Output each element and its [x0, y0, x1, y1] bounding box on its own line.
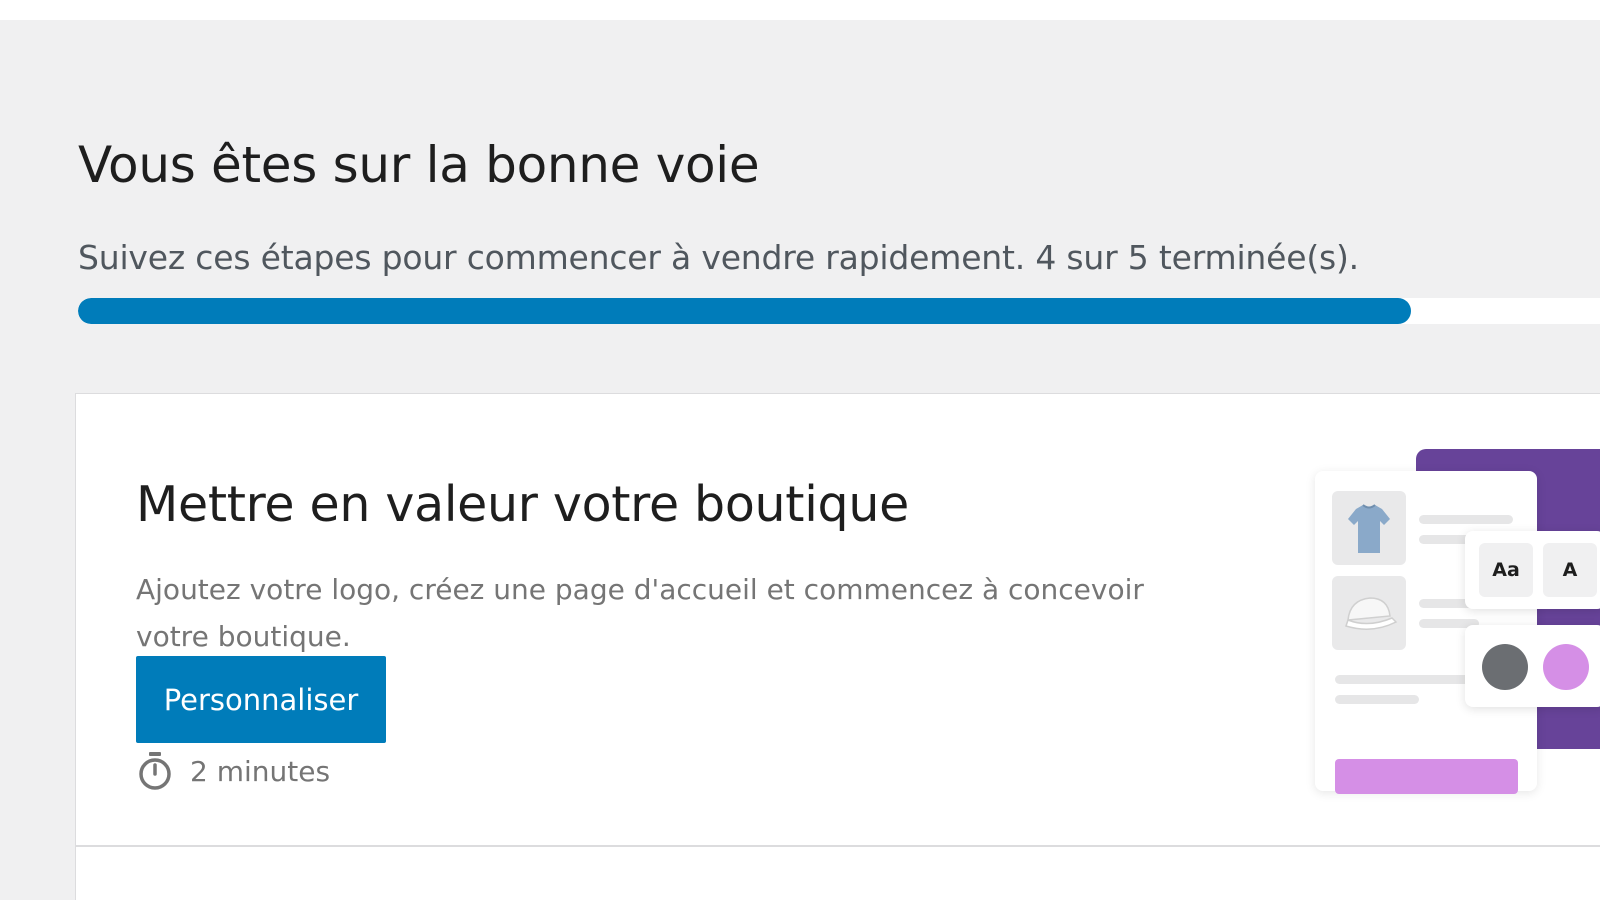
text-line [1419, 515, 1513, 524]
timer-icon [136, 750, 174, 792]
color-swatch-gray [1482, 644, 1528, 690]
progress-subtitle: Suivez ces étapes pour commencer à vendr… [78, 238, 1359, 277]
font-sample: A [1543, 543, 1597, 597]
color-swatch-pink [1543, 644, 1589, 690]
illustration-buy-bar [1335, 759, 1518, 794]
store-customization-illustration: Aa A [1313, 447, 1600, 797]
illustration-color-picker [1465, 625, 1600, 707]
top-strip [0, 0, 1600, 20]
illustration-font-picker: Aa A [1465, 531, 1600, 609]
text-line [1335, 695, 1419, 704]
next-task-card [75, 846, 1600, 900]
tshirt-image [1332, 491, 1406, 565]
time-estimate: 2 minutes [136, 750, 330, 792]
progress-header: Vous êtes sur la bonne voie Suivez ces é… [78, 130, 1600, 277]
task-title: Mettre en valeur votre boutique [136, 476, 909, 533]
progress-bar-fill [78, 298, 1412, 324]
task-description: Ajoutez votre logo, créez une page d'acc… [136, 573, 1144, 653]
progress-bar [78, 298, 1600, 324]
time-estimate-label: 2 minutes [190, 754, 331, 788]
cap-image [1332, 576, 1406, 650]
font-sample: Aa [1479, 543, 1533, 597]
page-title: Vous êtes sur la bonne voie [78, 136, 760, 194]
customize-button[interactable]: Personnaliser [136, 656, 386, 743]
